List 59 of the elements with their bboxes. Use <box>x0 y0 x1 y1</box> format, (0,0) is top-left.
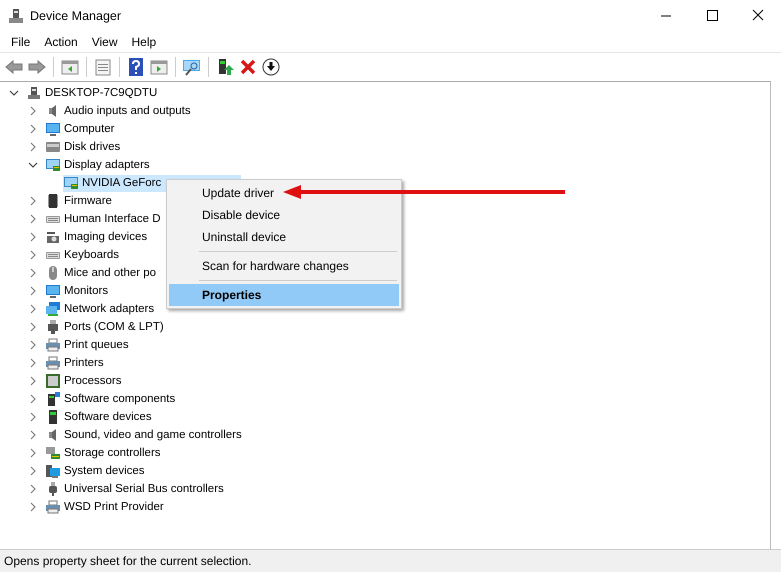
tree-item[interactable]: Software devices <box>45 408 154 426</box>
tree-item[interactable]: Display adapters <box>45 156 152 174</box>
network-icon <box>45 301 61 317</box>
menu-item[interactable]: Disable device <box>169 204 284 226</box>
help-icon[interactable] <box>126 57 146 77</box>
storage-icon <box>45 445 61 461</box>
tree-item[interactable]: Universal Serial Bus controllers <box>45 480 226 498</box>
tree-item[interactable]: Monitors <box>45 282 110 300</box>
chevron-icon[interactable] <box>9 88 19 98</box>
tree-item[interactable]: Storage controllers <box>45 444 163 462</box>
tree-item[interactable]: DESKTOP-7C9QDTU <box>26 84 160 102</box>
tree-item[interactable]: Print queues <box>45 336 131 354</box>
tree-item[interactable]: Keyboards <box>45 246 121 264</box>
tree-item[interactable]: System devices <box>45 462 147 480</box>
monitor-icon <box>45 121 61 137</box>
uninstall-icon[interactable] <box>238 57 258 77</box>
tree-item[interactable]: Ports (COM & LPT) <box>45 318 166 336</box>
printer-icon <box>45 355 61 371</box>
properties-icon[interactable] <box>93 57 113 77</box>
device-manager-icon <box>8 8 24 24</box>
tree-item[interactable]: Disk drives <box>45 138 122 156</box>
tree-item[interactable]: Mice and other po <box>45 264 158 282</box>
tree-item[interactable]: Network adapters <box>45 300 156 318</box>
tree-item[interactable]: Audio inputs and outputs <box>45 102 193 120</box>
printer-icon <box>45 337 61 353</box>
tree-item[interactable]: Human Interface D <box>45 210 163 228</box>
forward-icon[interactable] <box>27 57 47 77</box>
computer-icon <box>26 85 42 101</box>
menu-item[interactable]: View <box>84 35 124 49</box>
chip-icon <box>45 193 61 209</box>
chevron-icon[interactable] <box>28 160 38 170</box>
tree-item[interactable]: Firmware <box>45 192 114 210</box>
menu-item[interactable]: File <box>4 35 38 49</box>
tree-item[interactable]: WSD Print Provider <box>45 498 166 516</box>
tree-item[interactable]: Computer <box>45 120 116 138</box>
menu-item[interactable]: Help <box>124 35 164 49</box>
tree-item[interactable]: Sound, video and game controllers <box>45 426 244 444</box>
tree-item[interactable]: Imaging devices <box>45 228 150 246</box>
tree-item[interactable]: Printers <box>45 354 106 372</box>
scan-monitor-icon[interactable] <box>182 57 202 77</box>
menu-item[interactable]: Uninstall device <box>169 226 290 248</box>
menu-item[interactable]: Action <box>37 35 85 49</box>
monitor-icon <box>45 283 61 299</box>
download-icon[interactable] <box>261 57 281 77</box>
tree-item[interactable]: Processors <box>45 372 124 390</box>
camera-icon <box>45 229 61 245</box>
status-text: Opens property sheet for the current selection. <box>4 554 252 568</box>
processor-icon <box>45 373 61 389</box>
tree-item[interactable]: Software components <box>45 390 178 408</box>
back-icon[interactable] <box>4 57 24 77</box>
menu-item[interactable]: Properties <box>169 284 399 306</box>
display-adapter-icon <box>45 157 61 173</box>
display-adapter-icon <box>63 175 79 191</box>
port-icon <box>45 319 61 335</box>
system-icon <box>45 463 61 479</box>
menu-item[interactable]: Scan for hardware changes <box>169 255 353 277</box>
printer-icon <box>45 499 61 515</box>
drive-icon <box>45 139 61 155</box>
window-title: Device Manager <box>30 9 122 23</box>
